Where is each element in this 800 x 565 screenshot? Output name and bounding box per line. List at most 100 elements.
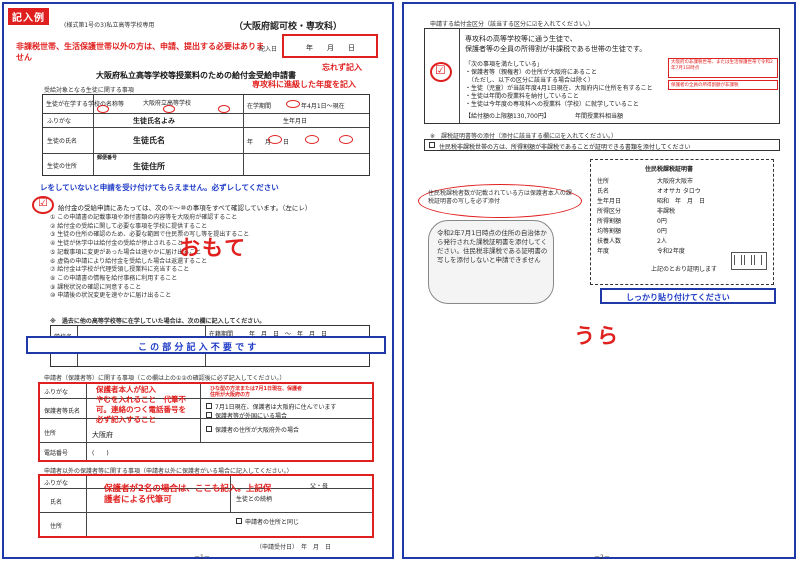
no-entry-text: こ の 部 分 記 入 不 要 で す	[138, 343, 257, 353]
requirement-note: 年間授業料相当額	[575, 113, 624, 120]
consent-text: 給付金の受給申請にあたっては、次の①～⑩の事項をすべて確認しています。（左にレ）	[58, 204, 312, 212]
requirement-item: ・生徒は今年度の専攻科への授業料（学校）に就学していること	[465, 101, 639, 108]
guardian-option-2-checkbox[interactable]	[206, 412, 212, 418]
certificate-key: 均等割額	[597, 228, 622, 235]
omote-stamp: おもて	[179, 236, 248, 260]
ellipse-note: 住民税課税者数が記載されている方は保護者本人の課税証明書の写しを必ず添付	[428, 190, 572, 205]
second-name-label: 氏名	[50, 499, 63, 506]
guardian-furigana-label: ふりがな	[44, 389, 69, 396]
birth-day-circle	[339, 135, 353, 144]
guardian-address-value: 大阪府	[92, 431, 113, 439]
student-info-table: 生徒が在学する学校の名称等 大阪府立高等学校 在学期間 年4月1日～現在 ふりが…	[42, 94, 370, 176]
reference-checkbox[interactable]	[429, 142, 435, 148]
second-address-label: 住所	[50, 523, 63, 530]
birth-label-top: 生年月日	[283, 118, 308, 125]
requirement-item: ・生徒（児童）が当該年度4月1日現在、大阪府内に住所を有すること	[465, 85, 653, 92]
guardian-option-3-checkbox[interactable]	[206, 426, 212, 432]
postal-code-value: 郵便番号	[97, 155, 118, 161]
sample-tag: 記入例	[8, 8, 49, 25]
filing-date-value: 年 月 日	[306, 44, 355, 52]
school-name-label: 生徒が在学する学校の名称等	[46, 101, 125, 108]
certificate-value: オオサカ タロウ	[657, 188, 701, 195]
guardian-small-note: ひな型の方法または7月1日現在、保護者住所が大阪府の方	[210, 386, 302, 398]
non-taxed-note: 非課税世帯、生活保護世帯以外の方は、申請、提出する必要はありません	[16, 42, 264, 62]
paste-note-bubble: 令和2年7月1日時点の住所の自治体から発行された課税証明書を添付してください。住…	[428, 220, 554, 304]
enroll-year-circle	[286, 100, 300, 108]
enroll-period-label: 在学期間	[247, 103, 272, 110]
certificate-key: 氏名	[597, 188, 610, 195]
paste-instruction: しっかり貼り付けてください	[626, 293, 730, 302]
red-note-2: 保護者の全員の所得割額が非課税	[671, 83, 739, 88]
requirement-item: （ただし、以下の区分に該当する場合は除く）	[465, 77, 595, 84]
second-guardian-instructions: 保護者が2名の場合は、ここも記入。上記保護者による代筆可	[104, 484, 272, 505]
requirement-amount: 【給付額の上限額130,700円】	[465, 113, 550, 120]
red-note-1: 大阪府の非課税世帯、または生活保護世帯で令和2年7月1日時点	[671, 60, 773, 71]
red-note-box: 大阪府の非課税世帯、または生活保護世帯で令和2年7月1日時点	[668, 58, 778, 78]
ura-stamp: うら	[574, 324, 620, 348]
certificate-paste-area: 住民税課税証明書 住所 大阪府大阪市 氏名 オオサカ タロウ 生年月日 昭和 年 月 …	[590, 159, 774, 285]
red-note-box-2: 保護者の全員の所得割額が非課税	[668, 80, 778, 90]
certificate-value: 0円	[657, 218, 667, 225]
student-name-value: 生徒氏名	[133, 136, 165, 145]
certificate-key: 年度	[597, 248, 610, 255]
certificate-title: 住民税課税証明書	[645, 166, 694, 173]
certificate-key: 生年月日	[597, 198, 622, 205]
applicable-text-1: 専攻科の高等学校等に通う生徒で、	[465, 35, 577, 43]
condition-item: ⑧ この申請書の情報を給付事務に利用すること	[50, 274, 178, 282]
birth-month-circle	[305, 135, 319, 144]
guardian-instructions: 保護者本人が記入 やむを入れること 代筆不可。連絡のつく電話番号を必ず記入するこ…	[96, 385, 186, 424]
student-furigana: 生徒氏名よみ	[133, 117, 175, 125]
guardian-table: ふりがな 保護者等氏名 住所 電話番号 大阪府 ( ) 7月1日現在、保護者は大…	[38, 382, 374, 462]
back-page: 申請する給付金区分（該当する区分に☑を入れてください。） 専攻科の高等学校等に通…	[402, 2, 796, 561]
front-page-number: －1－	[194, 554, 210, 561]
address-label: 生徒の住所	[47, 163, 78, 170]
guardian-option-1-checkbox[interactable]	[206, 403, 212, 409]
guardian-phone-value: ( )	[92, 450, 109, 457]
condition-item: ⑦ 給付金は学校が代理受領し授業料に充当すること	[50, 266, 190, 274]
applicable-section-label: 申請する給付金区分（該当する区分に☑を入れてください。）	[430, 21, 595, 28]
dont-forget-note: 忘れず記入	[322, 63, 362, 72]
furigana-label: ふりがな	[47, 118, 72, 125]
enroll-year-note: 専攻科に進級した年度を記入	[252, 80, 356, 89]
filing-date-label: 記入日	[259, 46, 278, 53]
guardian-option-2: 保護者等が外国にいる場合	[215, 413, 288, 420]
reference-text: 住民税非課税世帯の方は、所得割額が非課税であることが証明できる書類を添付してくだ…	[439, 144, 691, 151]
condition-item: ① この申請書の記載事項や添付書類の内容等を大阪府が確認すること	[50, 214, 238, 221]
applicable-text-2: 保護者等の全員の所得割が非課税である世帯の生徒です。	[465, 45, 647, 53]
requirements-label: 「次の事項を満たしている」	[465, 61, 543, 68]
condition-item: ⑩ 申請後の状況変更を速やかに届け出ること	[50, 292, 172, 300]
form-number: (様式第1号の3)私立高等学校専用	[64, 22, 155, 29]
front-page: 記入例 (様式第1号の3)私立高等学校専用 （大阪府認可校・専攻科） 非課税世帯…	[2, 2, 394, 561]
certificate-value: 0円	[657, 228, 667, 235]
check-mark-icon: ☑	[435, 63, 446, 77]
certificate-key: 所得割額	[597, 218, 622, 225]
paste-instruction-box: しっかり貼り付けてください	[600, 288, 776, 304]
certificate-value: 大阪府大阪市	[657, 178, 694, 185]
birth-year-circle	[268, 135, 282, 144]
certificate-key: 扶養人数	[597, 238, 622, 245]
school-type: （大阪府認可校・専攻科）	[234, 22, 343, 32]
certificate-value: 昭和 年 月 日	[657, 198, 706, 205]
same-address-checkbox[interactable]	[236, 518, 242, 524]
certificate-key: 住所	[597, 178, 610, 185]
guardian-phone-label: 電話番号	[44, 450, 69, 457]
enroll-period-value: 年4月1日～現在	[301, 103, 345, 110]
certificate-value: 令和2年度	[657, 248, 685, 255]
certificate-stamp-box	[731, 252, 767, 270]
certificate-value: 2人	[657, 238, 667, 245]
check-mark-icon: ☑	[38, 196, 48, 209]
school-circle-1	[97, 105, 109, 113]
submit-date: （申請受付日） 年 月 日	[256, 544, 332, 551]
reference-box: 住民税非課税世帯の方は、所得割額が非課税であることが証明できる書類を添付してくだ…	[424, 139, 780, 151]
student-name-label: 生徒の氏名	[47, 138, 78, 145]
certificate-key: 所得区分	[597, 208, 622, 215]
second-furigana-label: ふりがな	[44, 480, 69, 487]
guardian-name-label: 保護者等氏名	[44, 408, 81, 415]
certificate-value: 非課税	[657, 208, 676, 215]
past-enrollment-note: ※ 過去に他の高等学校等に在学していた場合は、次の欄に記入してください。	[50, 318, 266, 325]
same-address-option: 申請者の住所と同じ	[245, 519, 300, 526]
back-page-number: －2－	[594, 554, 610, 561]
filing-date-box[interactable]: 年 月 日	[282, 34, 378, 58]
guardian-option-1: 7月1日現在、保護者は大阪府に住んでいます	[215, 404, 337, 411]
guardian-section-label: 申請者（保護者等）に関する事項（この欄は上の①②の確認後に必ず記入してください。…	[44, 375, 286, 382]
